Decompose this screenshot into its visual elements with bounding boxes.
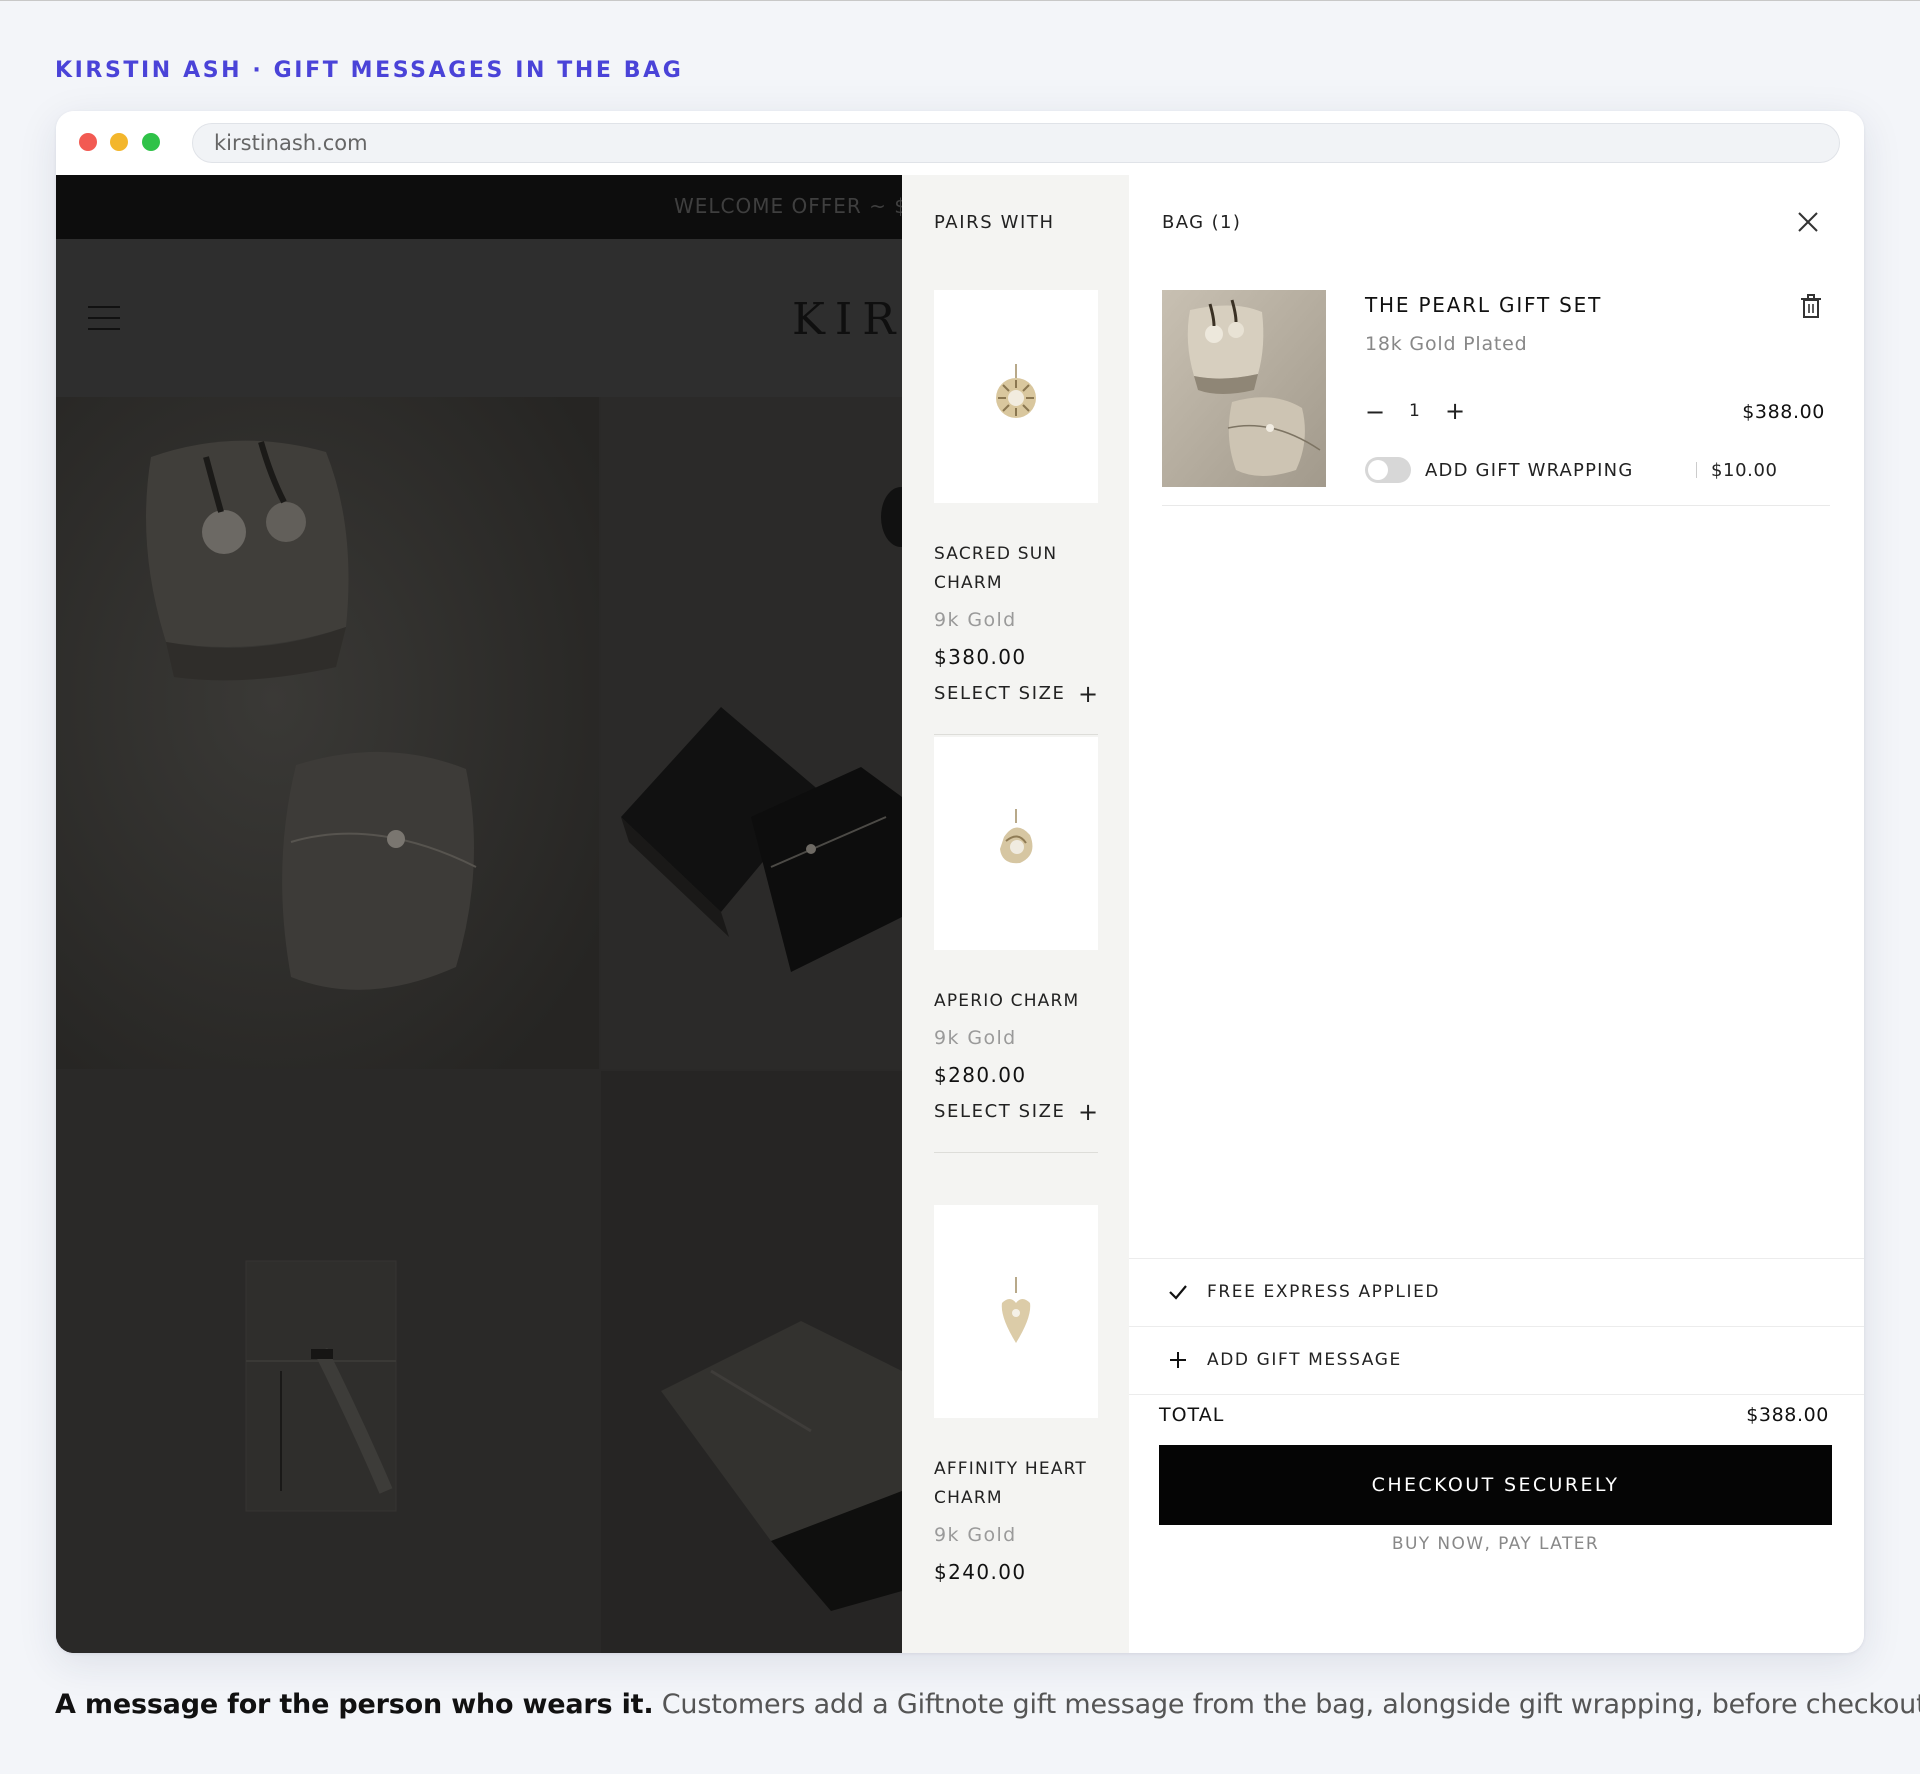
- gift-wrapping-price: $10.00: [1711, 460, 1778, 481]
- product-name[interactable]: AFFINITY HEART CHARM: [934, 1455, 1098, 1513]
- quantity-value: 1: [1409, 401, 1420, 421]
- add-gift-message-label: ADD GIFT MESSAGE: [1207, 1350, 1402, 1370]
- divider: [1162, 505, 1830, 506]
- caption: A message for the person who wears it. C…: [55, 1689, 1920, 1720]
- promo-text: WELCOME OFFER ~ $: [674, 194, 902, 218]
- caption-bold: A message for the person who wears it.: [55, 1689, 654, 1720]
- browser-chrome: kirstinash.com: [56, 111, 1864, 175]
- product-name-line: SACRED SUN: [934, 544, 1058, 564]
- product-image-tile: [56, 1071, 599, 1653]
- product-price: $240.00: [934, 1560, 1027, 1584]
- page-eyebrow: KIRSTIN ASH · GIFT MESSAGES IN THE BAG: [55, 58, 684, 83]
- caption-rest: Customers add a Giftnote gift message fr…: [653, 1689, 1920, 1720]
- product-material: 9k Gold: [934, 1027, 1017, 1049]
- select-size-label: SELECT SIZE: [934, 1101, 1066, 1122]
- site-logo: KIRS: [792, 294, 902, 345]
- product-name-line: AFFINITY HEART: [934, 1459, 1088, 1479]
- product-material: 9k Gold: [934, 609, 1017, 631]
- bag-item-image[interactable]: [1162, 290, 1326, 487]
- gift-bag-photo: [601, 1071, 902, 1653]
- product-name-line: APERIO CHARM: [934, 991, 1080, 1011]
- heart-charm-image: [1001, 1277, 1031, 1343]
- product-image-tile: [601, 397, 902, 1069]
- browser-window: kirstinash.com WELCOME OFFER ~ $ KIRS: [56, 111, 1864, 1653]
- close-window-dot[interactable]: [79, 133, 97, 151]
- close-icon[interactable]: [1795, 209, 1821, 235]
- minimize-window-dot[interactable]: [110, 133, 128, 151]
- maximize-window-dot[interactable]: [142, 133, 160, 151]
- recommendation-card[interactable]: APERIO CHARM 9k Gold $280.00 SELECT SIZE…: [934, 737, 1098, 1153]
- bag-item-price: $388.00: [1742, 401, 1825, 423]
- product-name[interactable]: APERIO CHARM: [934, 987, 1098, 1016]
- product-image-tile: [56, 397, 599, 1069]
- plus-icon: [1170, 1352, 1186, 1368]
- product-image[interactable]: [934, 737, 1098, 950]
- gift-wrapping-toggle[interactable]: [1365, 457, 1411, 483]
- product-name-line: CHARM: [934, 573, 1003, 593]
- divider: [934, 1152, 1098, 1153]
- select-size-label: SELECT SIZE: [934, 683, 1066, 704]
- total-value: $388.00: [1746, 1404, 1829, 1426]
- aperio-charm-image: [1000, 809, 1033, 864]
- product-image[interactable]: [934, 290, 1098, 503]
- plus-icon: +: [1078, 1098, 1100, 1126]
- checkout-button[interactable]: CHECKOUT SECURELY: [1159, 1445, 1832, 1525]
- recommendation-card[interactable]: SACRED SUN CHARM 9k Gold $380.00 SELECT …: [934, 290, 1098, 735]
- menu-icon: [88, 306, 120, 330]
- promo-bar: WELCOME OFFER ~ $: [56, 175, 902, 239]
- plus-icon: +: [1078, 680, 1100, 708]
- product-image[interactable]: [934, 1205, 1098, 1418]
- pairs-with-panel: PAIRS WITH SACRED SUN CHARM 9k Gold $380…: [902, 175, 1129, 1653]
- product-image-tile: [601, 1071, 902, 1653]
- gift-wrapping-label[interactable]: ADD GIFT WRAPPING: [1425, 460, 1634, 481]
- trash-icon[interactable]: [1799, 293, 1823, 319]
- free-express-label: FREE EXPRESS APPLIED: [1207, 1282, 1441, 1302]
- sun-charm-image: [996, 364, 1036, 418]
- address-bar[interactable]: kirstinash.com: [192, 123, 1840, 163]
- gift-boxes-photo: [601, 397, 902, 1069]
- select-size-button[interactable]: SELECT SIZE +: [934, 1098, 1100, 1126]
- divider: [1129, 1394, 1864, 1395]
- bag-item-variant: 18k Gold Plated: [1365, 333, 1528, 355]
- divider: [1696, 462, 1697, 478]
- buy-now-pay-later-link[interactable]: BUY NOW, PAY LATER: [1159, 1534, 1832, 1554]
- recommendation-card[interactable]: AFFINITY HEART CHARM 9k Gold $240.00: [934, 1205, 1098, 1584]
- gift-envelope-photo: [56, 1071, 599, 1653]
- check-icon: [1169, 1285, 1187, 1300]
- increase-quantity-button[interactable]: +: [1445, 397, 1465, 425]
- pearl-gift-set-photo: [1162, 290, 1326, 487]
- decrease-quantity-button[interactable]: −: [1365, 398, 1385, 426]
- product-price: $280.00: [934, 1063, 1027, 1087]
- toggle-knob: [1368, 460, 1388, 480]
- site-background-overlay[interactable]: WELCOME OFFER ~ $ KIRS: [56, 175, 902, 1653]
- page-viewport: WELCOME OFFER ~ $ KIRS: [56, 175, 1864, 1653]
- free-express-row: FREE EXPRESS APPLIED: [1129, 1258, 1864, 1326]
- product-material: 9k Gold: [934, 1524, 1017, 1546]
- pearl-earrings-photo: [56, 397, 599, 1069]
- select-size-button[interactable]: SELECT SIZE +: [934, 680, 1100, 708]
- pairs-with-title: PAIRS WITH: [934, 212, 1055, 233]
- product-name-line: CHARM: [934, 1488, 1003, 1508]
- bag-item-name[interactable]: THE PEARL GIFT SET: [1365, 293, 1602, 317]
- divider: [934, 734, 1098, 735]
- site-header: KIRS: [56, 239, 902, 397]
- bag-drawer: BAG (1) THE PEARL GIFT SET 18k Gold Plat…: [1129, 175, 1864, 1653]
- product-name[interactable]: SACRED SUN CHARM: [934, 540, 1098, 598]
- total-label: TOTAL: [1159, 1404, 1225, 1426]
- add-gift-message-button[interactable]: ADD GIFT MESSAGE: [1129, 1326, 1864, 1394]
- bag-title: BAG (1): [1162, 212, 1242, 233]
- product-price: $380.00: [934, 645, 1027, 669]
